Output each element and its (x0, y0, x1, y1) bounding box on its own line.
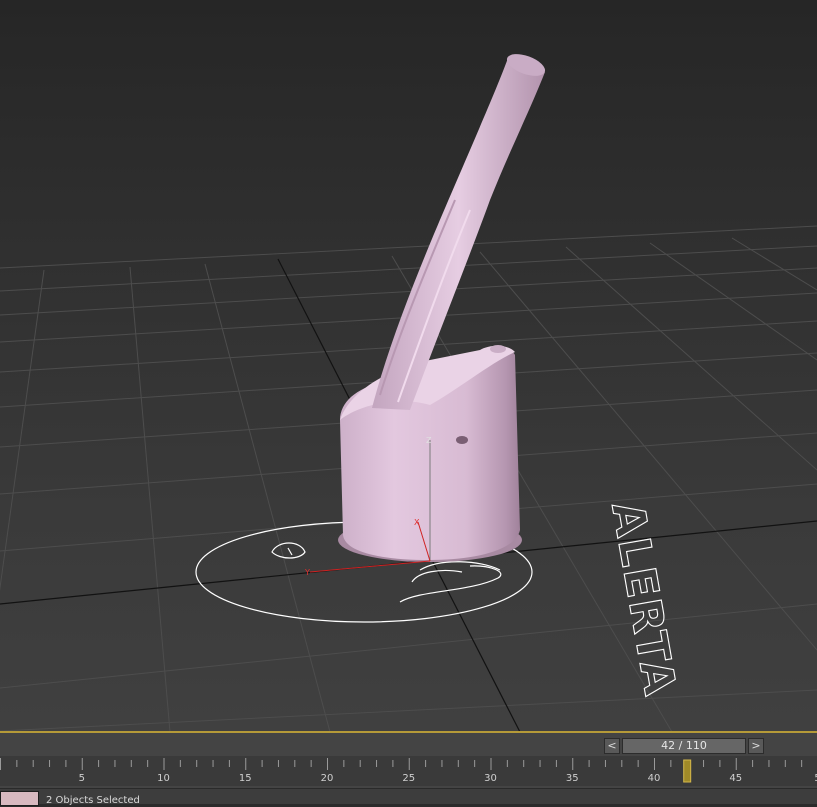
time-slider-thumb[interactable] (683, 759, 692, 783)
time-slider-controls: < 42 / 110 > (604, 738, 764, 754)
ruler-label: 25 (402, 773, 415, 784)
ruler-label: 20 (321, 773, 334, 784)
gizmo-z-label: Z (426, 436, 432, 445)
ruler-label: 10 (157, 773, 170, 784)
ruler-label: 5 (79, 773, 85, 784)
next-frame-button[interactable]: > (748, 738, 764, 754)
spline-text-alerta[interactable]: ALERTA (601, 498, 686, 702)
ruler-label: 15 (239, 773, 252, 784)
selection-color-swatch[interactable] (0, 791, 39, 806)
ruler-label: 35 (566, 773, 579, 784)
time-slider-panel[interactable]: < 42 / 110 > 0510152025303540455 (0, 733, 817, 788)
gizmo-x-label: X (414, 518, 420, 527)
track-bar-ruler[interactable]: 0510152025303540455 (0, 756, 817, 786)
viewport-canvas[interactable]: ALERTA Z X Y (0, 0, 817, 732)
selection-status-text: 2 Objects Selected (46, 795, 140, 806)
ruler-label: 40 (648, 773, 661, 784)
gizmo-y-label: Y (304, 568, 310, 577)
previous-frame-button[interactable]: < (604, 738, 620, 754)
status-bar: 2 Objects Selected (0, 788, 817, 806)
track-bar[interactable]: 0510152025303540455 (0, 756, 817, 786)
time-slider-frame-display[interactable]: 42 / 110 (622, 738, 746, 754)
ruler-label: 45 (729, 773, 742, 784)
gizmo-y-axis[interactable] (309, 560, 431, 573)
ruler-label: 30 (484, 773, 497, 784)
perspective-viewport[interactable]: ALERTA Z X Y (0, 0, 817, 732)
